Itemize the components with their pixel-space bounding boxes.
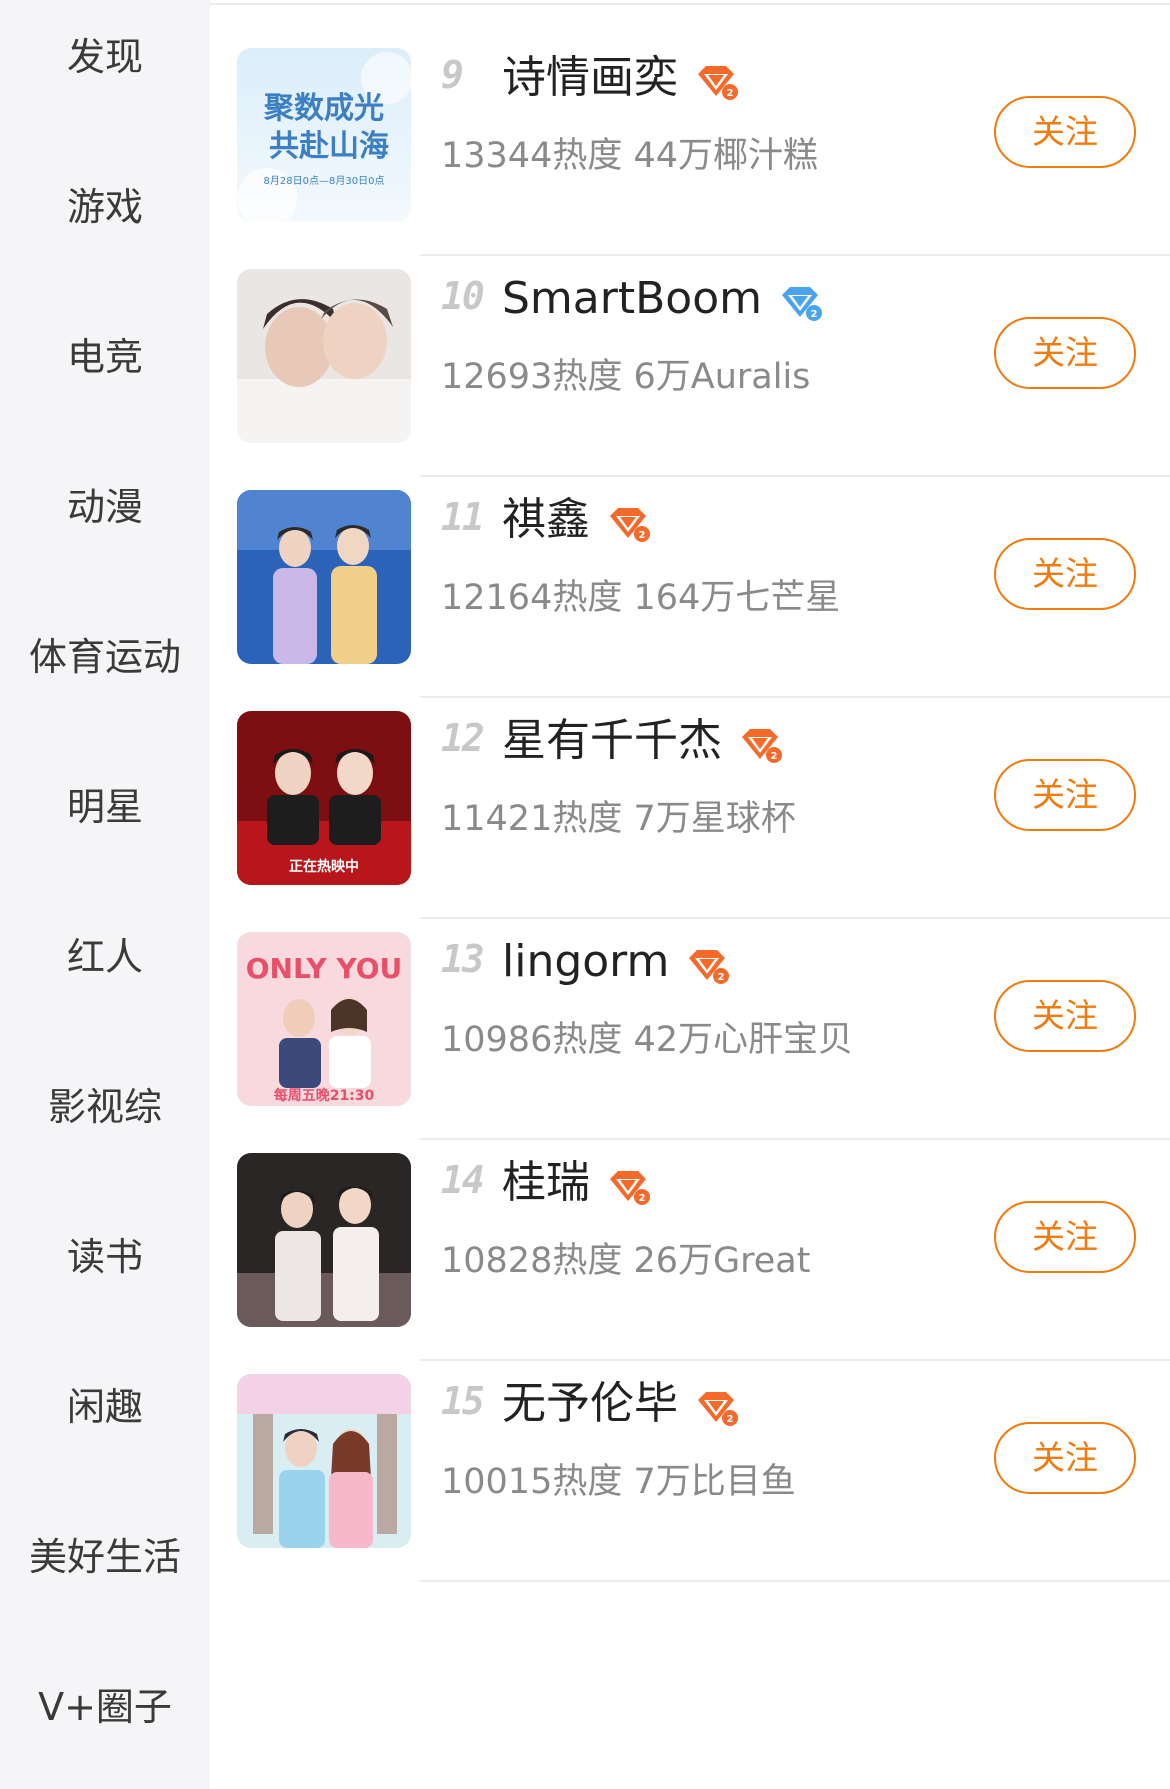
- rank-number: 10: [441, 274, 485, 318]
- sidebar-item-sports[interactable]: 体育运动: [0, 633, 210, 681]
- avatar-date: 8月28日0点—8月30日0点: [264, 175, 385, 187]
- sidebar-item-vplus-circle[interactable]: V+圈子: [0, 1683, 210, 1731]
- sidebar-item-reading[interactable]: 读书: [0, 1233, 210, 1281]
- heat-value: 10828热度: [441, 1241, 623, 1281]
- avatar[interactable]: [237, 269, 411, 443]
- svg-text:2: 2: [639, 530, 646, 541]
- circle-name: 星有千千杰: [502, 715, 722, 766]
- follow-button[interactable]: 关注: [994, 1201, 1136, 1273]
- fan-count: 7万比目鱼: [633, 1462, 796, 1502]
- avatar[interactable]: 聚数成光 共赴山海 8月28日0点—8月30日0点: [237, 48, 411, 222]
- circle-name: SmartBoom: [502, 273, 762, 324]
- category-sidebar: 发现 游戏 电竞 动漫 体育运动 明星 红人 影视综 读书 闲趣 美好生活 V+…: [0, 0, 210, 1789]
- heat-value: 10986热度: [441, 1020, 623, 1060]
- follow-button[interactable]: 关注: [994, 980, 1136, 1052]
- orange-diamond-icon: 2: [694, 1384, 738, 1426]
- avatar-title: ONLY YOU: [246, 952, 403, 985]
- circle-name: 祺鑫: [502, 494, 590, 545]
- svg-text:2: 2: [727, 1414, 734, 1425]
- sidebar-item-games[interactable]: 游戏: [0, 183, 210, 231]
- list-item[interactable]: ONLY YOU 每周五晚21:30 13 lingorm 2 10986热度 …: [210, 888, 1170, 1140]
- avatar[interactable]: 正在热映中: [237, 711, 411, 885]
- avatar[interactable]: [237, 1374, 411, 1548]
- rank-number: 9: [441, 53, 464, 97]
- fan-count: 26万Great: [633, 1241, 811, 1281]
- rank-number: 12: [441, 716, 485, 760]
- blue-diamond-icon: 2: [778, 279, 822, 321]
- svg-text:2: 2: [727, 88, 734, 99]
- fan-count: 7万星球杯: [633, 799, 796, 839]
- heat-value: 12164热度: [441, 578, 623, 618]
- follow-button[interactable]: 关注: [994, 96, 1136, 168]
- avatar[interactable]: [237, 490, 411, 664]
- svg-text:2: 2: [639, 1193, 646, 1204]
- orange-diamond-icon: 2: [738, 721, 782, 763]
- circle-name: 诗情画奕: [502, 52, 678, 103]
- svg-text:2: 2: [811, 309, 818, 320]
- heat-value: 13344热度: [441, 136, 623, 176]
- svg-text:2: 2: [771, 751, 778, 762]
- rank-number: 15: [441, 1379, 485, 1423]
- orange-diamond-icon: 2: [606, 1163, 650, 1205]
- avatar-title-line2: 共赴山海: [269, 129, 389, 164]
- orange-diamond-icon: 2: [606, 500, 650, 542]
- sidebar-item-leisure[interactable]: 闲趣: [0, 1383, 210, 1431]
- avatar[interactable]: [237, 1153, 411, 1327]
- fan-count: 42万心肝宝贝: [633, 1020, 854, 1060]
- sidebar-item-discover[interactable]: 发现: [0, 33, 210, 81]
- follow-button[interactable]: 关注: [994, 538, 1136, 610]
- avatar[interactable]: ONLY YOU 每周五晚21:30: [237, 932, 411, 1106]
- orange-diamond-icon: 2: [694, 58, 738, 100]
- circle-name: 桂瑞: [502, 1157, 590, 1208]
- rank-number: 11: [441, 495, 485, 539]
- ranking-list: 聚数成光 共赴山海 8月28日0点—8月30日0点 9 诗情画奕 2 13344…: [210, 0, 1170, 1789]
- follow-button[interactable]: 关注: [994, 759, 1136, 831]
- rank-number: 13: [441, 937, 485, 981]
- sidebar-item-esports[interactable]: 电竞: [0, 333, 210, 381]
- list-item[interactable]: 15 无予伦毕 2 10015热度 7万比目鱼 关注: [210, 1330, 1170, 1582]
- follow-button[interactable]: 关注: [994, 1422, 1136, 1494]
- list-item[interactable]: 聚数成光 共赴山海 8月28日0点—8月30日0点 9 诗情画奕 2 13344…: [210, 4, 1170, 256]
- svg-text:2: 2: [718, 972, 725, 983]
- avatar-caption: 正在热映中: [289, 858, 359, 875]
- sidebar-item-good-life[interactable]: 美好生活: [0, 1533, 210, 1581]
- sidebar-item-film-tv[interactable]: 影视综: [0, 1083, 210, 1131]
- heat-value: 11421热度: [441, 799, 623, 839]
- rank-number: 14: [441, 1158, 485, 1202]
- avatar-title-line1: 聚数成光: [263, 91, 384, 126]
- fan-count: 164万七芒星: [633, 578, 841, 618]
- list-item[interactable]: 正在热映中 12 星有千千杰 2 11421热度 7万星球杯 关注: [210, 667, 1170, 919]
- fan-count: 44万椰汁糕: [633, 136, 819, 176]
- row-divider: [420, 1580, 1170, 1582]
- list-item[interactable]: 14 桂瑞 2 10828热度 26万Great 关注: [210, 1109, 1170, 1361]
- avatar-caption: 每周五晚21:30: [274, 1087, 375, 1104]
- heat-value: 12693热度: [441, 357, 623, 397]
- orange-diamond-icon: 2: [685, 942, 730, 984]
- sidebar-item-stars[interactable]: 明星: [0, 783, 210, 831]
- list-item[interactable]: 10 SmartBoom 2 12693热度 6万Auralis 关注: [210, 225, 1170, 477]
- circle-name: 无予伦毕: [502, 1378, 678, 1429]
- circle-name: lingorm: [502, 936, 670, 987]
- heat-value: 10015热度: [441, 1462, 623, 1502]
- sidebar-item-anime[interactable]: 动漫: [0, 483, 210, 531]
- sidebar-item-influencers[interactable]: 红人: [0, 933, 210, 981]
- fan-count: 6万Auralis: [633, 357, 811, 397]
- list-item[interactable]: 11 祺鑫 2 12164热度 164万七芒星 关注: [210, 446, 1170, 698]
- follow-button[interactable]: 关注: [994, 317, 1136, 389]
